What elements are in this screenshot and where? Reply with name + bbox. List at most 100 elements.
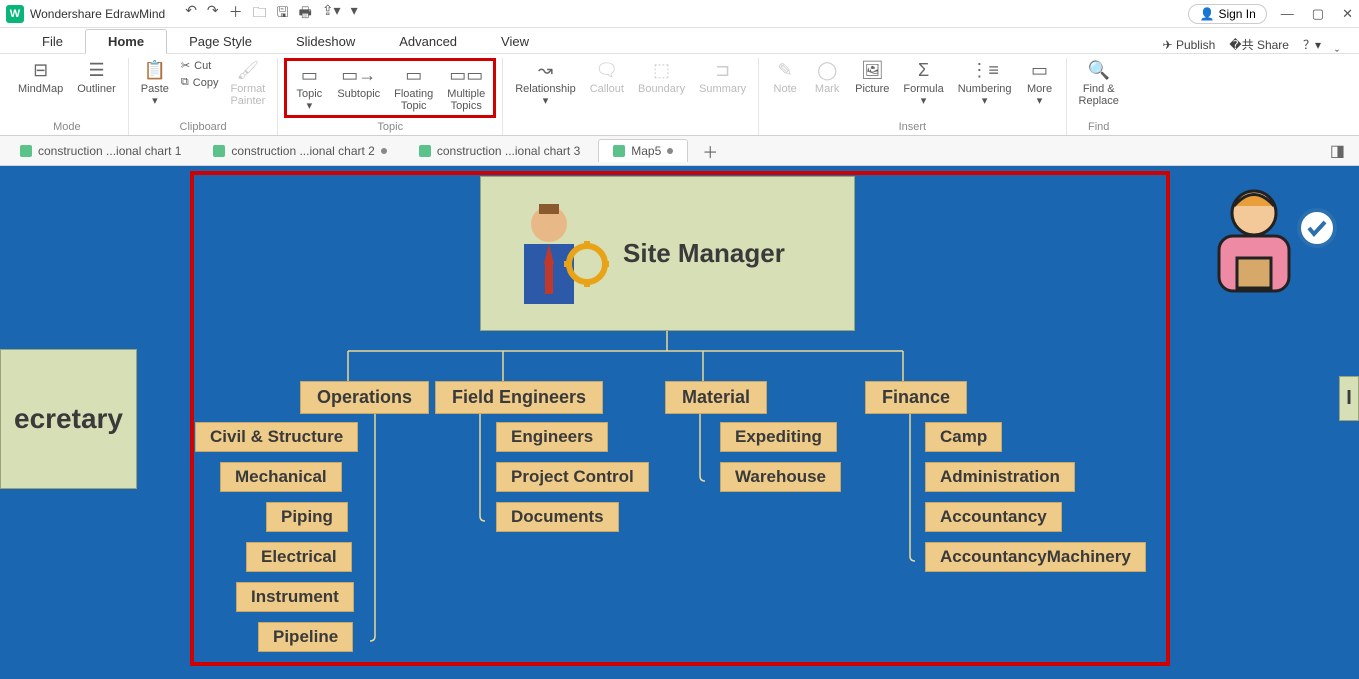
picture-button[interactable]: 🖼Picture <box>849 58 895 110</box>
summary-button[interactable]: ⊐Summary <box>693 58 752 110</box>
tab-advanced[interactable]: Advanced <box>377 30 479 53</box>
doc-icon <box>20 145 32 157</box>
avatar-illustration-icon <box>1199 178 1339 328</box>
leaf[interactable]: Piping <box>266 502 348 532</box>
paste-icon: 📋 <box>144 60 166 81</box>
print-icon[interactable]: 🖶 <box>299 2 312 26</box>
tab-home[interactable]: Home <box>85 29 167 54</box>
leaf[interactable]: Project Control <box>496 462 649 492</box>
leaf[interactable]: Civil & Structure <box>195 422 358 452</box>
close-icon[interactable]: ✕ <box>1342 6 1353 22</box>
group-label-insert: Insert <box>899 121 927 135</box>
export-icon[interactable]: ⇪▾ <box>322 2 341 26</box>
leaf[interactable]: Documents <box>496 502 619 532</box>
publish-button[interactable]: ✈ Publish <box>1163 38 1216 52</box>
numbering-button[interactable]: ⋮≡Numbering▾ <box>952 58 1018 110</box>
qat-more-icon[interactable]: ▾ <box>351 2 358 26</box>
boundary-button[interactable]: ⬚Boundary <box>632 58 691 110</box>
branch-finance[interactable]: Finance <box>865 381 967 414</box>
leaf[interactable]: Administration <box>925 462 1075 492</box>
more-button[interactable]: ▭More▾ <box>1020 58 1060 110</box>
note-icon: ✎ <box>778 60 793 81</box>
numbering-icon: ⋮≡ <box>970 60 999 81</box>
cut-icon: ✂ <box>181 59 190 72</box>
mark-button[interactable]: ◯Mark <box>807 58 847 110</box>
subtopic-button[interactable]: ▭→Subtopic <box>331 63 386 115</box>
doc-tab-2[interactable]: construction ...ional chart 2 <box>199 140 400 162</box>
share-button[interactable]: �共 Share <box>1229 36 1289 53</box>
mark-icon: ◯ <box>817 60 837 81</box>
tab-slideshow[interactable]: Slideshow <box>274 30 377 53</box>
cut-button[interactable]: ✂Cut <box>177 58 223 73</box>
search-icon: 🔍 <box>1088 60 1110 81</box>
leaf[interactable]: Electrical <box>246 542 352 572</box>
add-tab-button[interactable]: ＋ <box>692 139 728 163</box>
signin-label: Sign In <box>1218 7 1255 21</box>
node-partial-right[interactable]: I <box>1339 376 1359 421</box>
save-icon[interactable]: 🖫 <box>277 2 289 26</box>
picture-icon: 🖼 <box>861 60 884 81</box>
branch-field[interactable]: Field Engineers <box>435 381 603 414</box>
copy-icon: ⧉ <box>181 76 189 89</box>
app-logo: W <box>6 5 24 23</box>
leaf[interactable]: Accountancy <box>925 502 1062 532</box>
unsaved-dot-icon <box>381 148 387 154</box>
leaf[interactable]: Engineers <box>496 422 608 452</box>
paste-button[interactable]: 📋Paste▾ <box>135 58 175 110</box>
formula-icon: Σ <box>918 60 929 81</box>
minimize-icon[interactable]: — <box>1281 6 1294 22</box>
tab-view[interactable]: View <box>479 30 551 53</box>
floating-topic-button[interactable]: ▭FloatingTopic <box>388 63 439 115</box>
summary-icon: ⊐ <box>715 60 730 81</box>
leaf[interactable]: AccountancyMachinery <box>925 542 1146 572</box>
doc-tab-3[interactable]: construction ...ional chart 3 <box>405 140 594 162</box>
maximize-icon[interactable]: ▢ <box>1312 6 1324 22</box>
mindmap-canvas[interactable]: ecretary Site Manager Operations Field E… <box>0 166 1359 679</box>
outliner-button[interactable]: ☰Outliner <box>71 58 122 97</box>
help-icon[interactable]: ？▾ <box>1303 36 1321 53</box>
panel-toggle-icon[interactable]: ◨ <box>1322 141 1353 161</box>
redo-icon[interactable]: ↷ <box>207 2 219 26</box>
mindmap-button[interactable]: ⊟MindMap <box>12 58 69 97</box>
leaf[interactable]: Camp <box>925 422 1002 452</box>
brush-icon: 🖌 <box>236 60 259 81</box>
multiple-topics-button[interactable]: ▭▭MultipleTopics <box>441 63 491 115</box>
leaf[interactable]: Mechanical <box>220 462 342 492</box>
tab-pagestyle[interactable]: Page Style <box>167 30 274 53</box>
boundary-icon: ⬚ <box>653 60 670 81</box>
leaf[interactable]: Pipeline <box>258 622 353 652</box>
copy-button[interactable]: ⧉Copy <box>177 75 223 90</box>
signin-button[interactable]: 👤 Sign In <box>1188 4 1266 24</box>
leaf[interactable]: Warehouse <box>720 462 841 492</box>
doc-icon <box>213 145 225 157</box>
format-painter-button[interactable]: 🖌FormatPainter <box>224 58 271 110</box>
highlighted-topic-group: ▭Topic▾ ▭→Subtopic ▭FloatingTopic ▭▭Mult… <box>284 58 496 118</box>
branch-operations[interactable]: Operations <box>300 381 429 414</box>
open-icon[interactable]: 🗀 <box>253 2 267 26</box>
topic-button[interactable]: ▭Topic▾ <box>289 63 329 115</box>
doc-tab-1[interactable]: construction ...ional chart 1 <box>6 140 195 162</box>
doc-tab-4[interactable]: Map5 <box>598 139 688 162</box>
relationship-button[interactable]: ↝Relationship▾ <box>509 58 582 110</box>
topic-icon: ▭ <box>301 65 318 86</box>
callout-button[interactable]: 🗨Callout <box>584 58 630 110</box>
group-label-clipboard: Clipboard <box>180 121 227 135</box>
collapse-ribbon-icon[interactable]: ˬ <box>1335 38 1339 52</box>
outliner-icon: ☰ <box>88 60 104 81</box>
undo-icon[interactable]: ↶ <box>185 2 197 26</box>
leaf[interactable]: Instrument <box>236 582 354 612</box>
unsaved-dot-icon <box>667 148 673 154</box>
note-button[interactable]: ✎Note <box>765 58 805 110</box>
leaf[interactable]: Expediting <box>720 422 837 452</box>
formula-button[interactable]: ΣFormula▾ <box>897 58 949 110</box>
new-icon[interactable]: ＋ <box>229 2 243 26</box>
node-root[interactable]: Site Manager <box>480 176 855 331</box>
node-secretary-partial[interactable]: ecretary <box>0 349 137 489</box>
find-replace-button[interactable]: 🔍Find &Replace <box>1073 58 1125 110</box>
group-label-mode: Mode <box>53 121 81 135</box>
multiple-icon: ▭▭ <box>449 65 483 86</box>
mindmap-icon: ⊟ <box>33 60 48 81</box>
branch-material[interactable]: Material <box>665 381 767 414</box>
relationship-icon: ↝ <box>538 60 553 81</box>
tab-file[interactable]: File <box>20 30 85 53</box>
